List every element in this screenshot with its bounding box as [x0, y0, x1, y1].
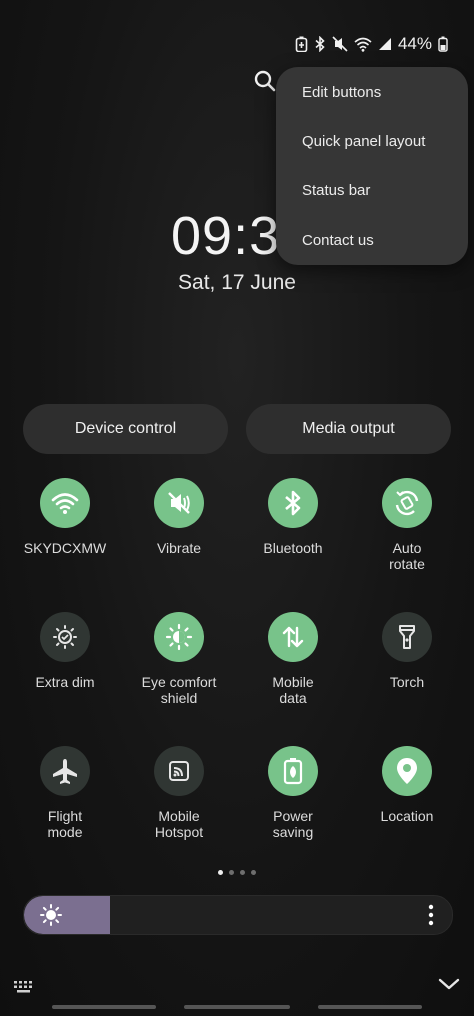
battery-icon: [438, 36, 448, 52]
clock-date: Sat, 17 June: [178, 271, 296, 294]
tile-label: SKYDCXMW: [23, 540, 107, 556]
nav-gesture-bar: [52, 1005, 156, 1009]
search-icon[interactable]: [252, 68, 278, 94]
device-control-button[interactable]: Device control: [23, 404, 228, 454]
page-dot[interactable]: [251, 870, 256, 875]
mobile-data-icon: [268, 612, 318, 662]
tile-label: Extra dim: [35, 674, 95, 690]
vibrate-icon: [154, 478, 204, 528]
tile-label: Torch: [389, 674, 425, 690]
menu-item-quick-panel-layout[interactable]: Quick panel layout: [302, 133, 425, 150]
quick-panel: 44% 09:30 Sat, 17 June Edit buttons Quic…: [0, 0, 474, 1016]
tile-label: Power saving: [272, 808, 314, 840]
battery-saver-icon: [295, 36, 308, 52]
eye-comfort-icon: [154, 612, 204, 662]
tile-vibrate[interactable]: Vibrate: [122, 478, 236, 556]
keyboard-icon[interactable]: [13, 980, 35, 999]
tile-power-saving[interactable]: Power saving: [236, 746, 350, 840]
page-dot[interactable]: [218, 870, 223, 875]
nav-gesture-bar: [318, 1005, 422, 1009]
vibrate-status-icon: [332, 36, 348, 52]
tile-label: Mobile Hotspot: [154, 808, 204, 840]
menu-item-contact-us[interactable]: Contact us: [302, 232, 374, 249]
status-bar: 44%: [295, 34, 448, 54]
tile-location[interactable]: Location: [350, 746, 464, 824]
wifi-icon: [40, 478, 90, 528]
nav-gesture-bar: [184, 1005, 290, 1009]
tile-bluetooth[interactable]: Bluetooth: [236, 478, 350, 556]
sun-icon: [40, 904, 62, 931]
page-dot[interactable]: [229, 870, 234, 875]
tile-label: Mobile data: [272, 674, 314, 706]
tile-label: Flight mode: [47, 808, 83, 840]
overflow-menu: Edit buttons Quick panel layout Status b…: [276, 67, 468, 265]
location-icon: [382, 746, 432, 796]
torch-icon: [382, 612, 432, 662]
page-indicator: [0, 870, 474, 875]
menu-item-edit-buttons[interactable]: Edit buttons: [302, 84, 381, 101]
page-dot[interactable]: [240, 870, 245, 875]
tile-auto-rotate[interactable]: Auto rotate: [350, 478, 464, 572]
auto-rotate-icon: [382, 478, 432, 528]
tile-label: Bluetooth: [263, 540, 323, 556]
extra-dim-icon: [40, 612, 90, 662]
menu-item-status-bar[interactable]: Status bar: [302, 182, 370, 199]
chevron-down-icon[interactable]: [438, 976, 460, 997]
tile-label: Auto rotate: [389, 540, 425, 572]
wifi-status-icon: [354, 37, 372, 52]
tile-eye-comfort-shield[interactable]: Eye comfort shield: [122, 612, 236, 706]
signal-icon: [378, 37, 392, 51]
tile-wifi[interactable]: SKYDCXMW: [8, 478, 122, 556]
bluetooth-icon: [268, 478, 318, 528]
airplane-icon: [40, 746, 90, 796]
brightness-slider[interactable]: [23, 895, 453, 935]
battery-percent: 44%: [397, 34, 432, 53]
more-options-icon[interactable]: [428, 904, 434, 931]
tile-label: Location: [380, 808, 434, 824]
brightness-fill: [24, 896, 110, 934]
tile-mobile-hotspot[interactable]: Mobile Hotspot: [122, 746, 236, 840]
power-saving-icon: [268, 746, 318, 796]
media-output-button[interactable]: Media output: [246, 404, 451, 454]
tile-extra-dim[interactable]: Extra dim: [8, 612, 122, 690]
tile-label: Vibrate: [156, 540, 202, 556]
bluetooth-status-icon: [314, 36, 326, 52]
tile-label: Eye comfort shield: [141, 674, 217, 706]
tile-torch[interactable]: Torch: [350, 612, 464, 690]
hotspot-icon: [154, 746, 204, 796]
tile-flight-mode[interactable]: Flight mode: [8, 746, 122, 840]
tile-mobile-data[interactable]: Mobile data: [236, 612, 350, 706]
